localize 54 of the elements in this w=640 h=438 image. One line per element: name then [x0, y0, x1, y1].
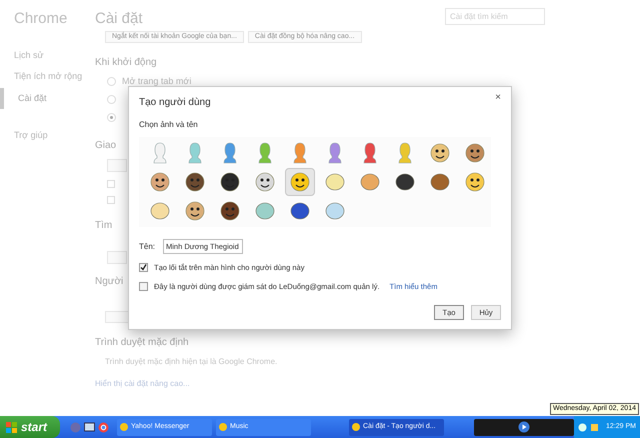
picture-icon [359, 172, 381, 192]
head-silhouette-icon [258, 142, 272, 164]
play-icon[interactable] [518, 421, 530, 433]
face-icon [219, 171, 241, 193]
checkbox[interactable] [139, 282, 148, 292]
radio-label: Mở trang tab mới [122, 74, 192, 88]
close-button[interactable]: × [495, 93, 501, 103]
picture-icon [149, 201, 171, 221]
face-icon [149, 171, 171, 193]
picture-icon [254, 201, 276, 221]
head-silhouette-icon [153, 142, 167, 164]
checkbox[interactable] [139, 263, 148, 272]
avatar-option[interactable] [285, 168, 315, 196]
picture-icon [324, 201, 346, 221]
radio-button[interactable] [107, 95, 116, 104]
section-heading: Người [95, 274, 124, 288]
section-heading: Giao [95, 138, 116, 152]
face-icon [219, 200, 241, 222]
face-icon [184, 171, 206, 193]
nav-link[interactable]: Cài đặt [0, 88, 95, 109]
head-silhouette-icon [188, 142, 202, 164]
nav-link[interactable]: Lịch sử [0, 44, 95, 66]
name-label: Tên: [139, 240, 156, 252]
nav-link[interactable]: Tiện ích mở rộng [0, 66, 95, 88]
nav-link[interactable]: Trợ giúp [0, 125, 95, 146]
section-heading: Tìm [95, 218, 112, 232]
windows-logo-icon [6, 422, 18, 432]
section-heading: Khi khởi động [95, 56, 158, 70]
picture-icon [289, 201, 311, 221]
picture-icon [429, 172, 451, 192]
brand-title: Chrome [13, 9, 68, 29]
head-silhouette-icon [363, 142, 377, 164]
head-silhouette-icon [398, 142, 412, 164]
face-icon [464, 171, 486, 193]
description-text: Trình duyệt mặc định hiện tại là Google Chrome. [105, 356, 278, 368]
page-title: Cài đặt [95, 9, 143, 29]
face-icon [429, 142, 451, 164]
face-icon [289, 171, 311, 193]
head-silhouette-icon [328, 142, 342, 164]
section-heading: Trình duyệt mặc định [95, 336, 190, 350]
desktop-icon[interactable] [84, 422, 95, 432]
picture-icon [324, 172, 346, 192]
head-silhouette-icon [293, 142, 307, 164]
dialog-subtitle: Chọn ảnh và tên [139, 119, 199, 131]
face-icon [254, 171, 276, 193]
head-silhouette-icon [223, 142, 237, 164]
face-icon [184, 200, 206, 222]
face-icon [464, 142, 486, 164]
picture-icon [394, 172, 416, 192]
dialog-title: Tạo người dùng [139, 96, 211, 110]
radio-button[interactable] [107, 77, 116, 86]
start-button[interactable]: start [0, 416, 60, 438]
chrome-icon[interactable] [98, 422, 109, 432]
radio-button[interactable] [107, 113, 116, 122]
